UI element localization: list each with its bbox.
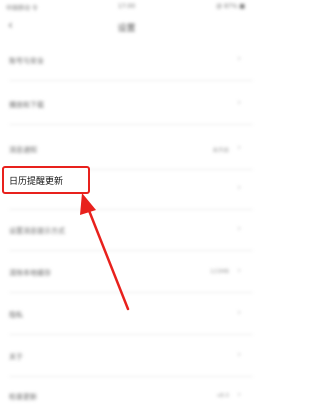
pointer-arrow-icon bbox=[80, 193, 130, 311]
